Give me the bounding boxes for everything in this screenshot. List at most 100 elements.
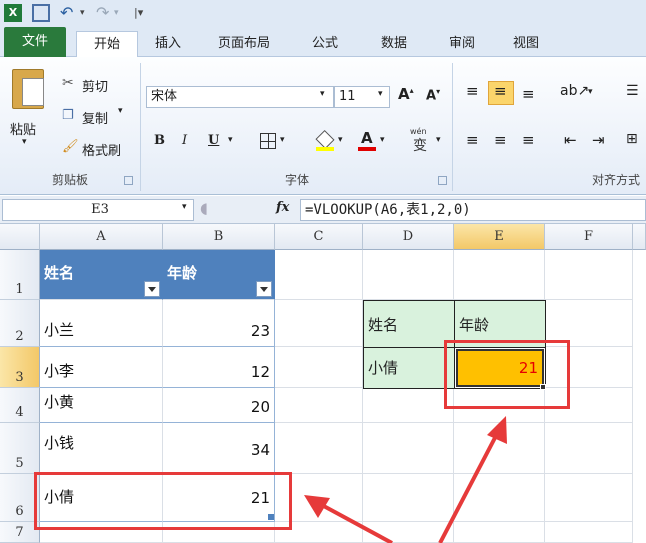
cell-d6[interactable]: [363, 474, 454, 522]
cell-f1[interactable]: [545, 250, 633, 300]
filter-dropdown-icon[interactable]: [144, 281, 160, 297]
column-header-b[interactable]: B: [163, 224, 275, 250]
table-header-age[interactable]: 年龄: [163, 250, 275, 300]
cell-f7[interactable]: [545, 522, 633, 543]
italic-button[interactable]: I: [182, 133, 187, 148]
align-center-icon[interactable]: ≡: [494, 131, 507, 149]
column-header-d[interactable]: D: [363, 224, 454, 250]
table-row-name[interactable]: 小钱: [40, 423, 163, 474]
orientation-icon[interactable]: ab↗: [560, 83, 589, 99]
table-row-name[interactable]: 小黄: [40, 388, 163, 423]
grow-font-icon[interactable]: A▴: [398, 85, 414, 103]
font-color-dropdown-icon[interactable]: ▾: [380, 135, 385, 145]
decrease-indent-icon[interactable]: ⇤: [564, 131, 577, 149]
merge-center-icon[interactable]: ⊞: [626, 131, 638, 147]
tab-home[interactable]: 开始: [76, 31, 138, 59]
cell-c5[interactable]: [275, 423, 363, 474]
borders-icon[interactable]: [260, 133, 276, 149]
cell-d4[interactable]: [363, 388, 454, 423]
cell-e5[interactable]: [454, 423, 545, 474]
customize-toolbar-icon[interactable]: |▾: [134, 4, 152, 22]
column-header-a[interactable]: A: [40, 224, 163, 250]
align-bottom-icon[interactable]: ≡: [522, 85, 535, 103]
table-row-age[interactable]: 23: [163, 300, 275, 347]
tab-view[interactable]: 视图: [500, 31, 552, 57]
row-header-1[interactable]: 1: [0, 250, 40, 300]
select-all-button[interactable]: [0, 224, 40, 250]
align-right-icon[interactable]: ≡: [522, 131, 535, 149]
table-row-age[interactable]: 12: [163, 347, 275, 388]
borders-dropdown-icon[interactable]: ▾: [280, 135, 285, 145]
paste-dropdown-icon[interactable]: ▾: [22, 137, 27, 147]
paste-button-label[interactable]: 粘贴: [10, 119, 36, 138]
row-header-2[interactable]: 2: [0, 300, 40, 347]
lookup-name-value[interactable]: 小倩: [363, 347, 455, 389]
copy-button[interactable]: 复制: [82, 108, 108, 127]
scissors-icon[interactable]: ✂: [62, 75, 74, 91]
tab-page-layout[interactable]: 页面布局: [204, 31, 284, 57]
increase-indent-icon[interactable]: ⇥: [592, 131, 605, 149]
paste-icon[interactable]: [12, 69, 44, 109]
clipboard-launcher-icon[interactable]: [124, 176, 133, 185]
wrap-text-icon[interactable]: ☰: [626, 83, 639, 99]
table-row-age[interactable]: 20: [163, 388, 275, 423]
phonetic-dropdown-icon[interactable]: ▾: [436, 135, 441, 145]
tab-formulas[interactable]: 公式: [300, 31, 350, 57]
redo-icon[interactable]: ↷: [96, 4, 114, 22]
insert-function-button[interactable]: fx: [276, 200, 289, 215]
align-left-icon[interactable]: ≡: [466, 131, 479, 149]
name-box-dropdown-icon[interactable]: ▾: [182, 202, 187, 212]
cell-c4[interactable]: [275, 388, 363, 423]
cell-c2[interactable]: [275, 300, 363, 347]
tab-insert[interactable]: 插入: [142, 31, 194, 57]
format-painter-button[interactable]: 格式刷: [82, 140, 121, 159]
table-row-name[interactable]: 小李: [40, 347, 163, 388]
table-row-age[interactable]: 34: [163, 423, 275, 474]
cell-f6[interactable]: [545, 474, 633, 522]
cell-e7[interactable]: [454, 522, 545, 543]
format-painter-icon[interactable]: 🖌: [62, 139, 79, 154]
bold-button[interactable]: B: [154, 133, 165, 148]
formula-input[interactable]: =VLOOKUP(A6,表1,2,0): [300, 199, 646, 221]
column-header-f[interactable]: F: [545, 224, 633, 250]
fill-color-dropdown-icon[interactable]: ▾: [338, 135, 343, 145]
cell-e6[interactable]: [454, 474, 545, 522]
fill-color-icon[interactable]: [315, 129, 335, 151]
row-header-4[interactable]: 4: [0, 388, 40, 423]
cell-c3[interactable]: [275, 347, 363, 388]
save-icon[interactable]: [32, 4, 50, 22]
column-header-c[interactable]: C: [275, 224, 363, 250]
cell-d7[interactable]: [363, 522, 454, 543]
copy-dropdown-icon[interactable]: ▾: [118, 106, 123, 116]
orientation-dropdown-icon[interactable]: ▾: [588, 87, 593, 97]
align-top-icon[interactable]: ≡: [466, 82, 479, 100]
column-header-e[interactable]: E: [454, 224, 545, 250]
underline-dropdown-icon[interactable]: ▾: [228, 135, 233, 145]
shrink-font-icon[interactable]: A▾: [426, 87, 440, 103]
undo-icon[interactable]: ↶: [60, 4, 78, 22]
tab-data[interactable]: 数据: [368, 31, 420, 57]
tab-review[interactable]: 审阅: [436, 31, 488, 57]
name-box[interactable]: E3: [2, 199, 194, 221]
table-row-name[interactable]: 小兰: [40, 300, 163, 347]
font-color-icon[interactable]: A: [358, 129, 376, 151]
lookup-header-name[interactable]: 姓名: [363, 300, 455, 348]
font-name-box[interactable]: 宋体: [146, 86, 334, 108]
font-name-dropdown-icon[interactable]: ▾: [320, 89, 325, 99]
phonetic-guide-icon[interactable]: wén 变: [410, 127, 432, 154]
tab-file[interactable]: 文件: [4, 27, 66, 57]
cell-d5[interactable]: [363, 423, 454, 474]
filter-dropdown-icon[interactable]: [256, 281, 272, 297]
column-header-g[interactable]: [633, 224, 646, 250]
row-header-5[interactable]: 5: [0, 423, 40, 474]
font-launcher-icon[interactable]: [438, 176, 447, 185]
cell-c1[interactable]: [275, 250, 363, 300]
cut-button[interactable]: 剪切: [82, 76, 108, 95]
underline-button[interactable]: U: [208, 133, 219, 148]
redo-dropdown-icon[interactable]: ▾: [114, 4, 132, 22]
font-size-dropdown-icon[interactable]: ▾: [378, 89, 383, 99]
cell-d1[interactable]: [363, 250, 454, 300]
cell-e1[interactable]: [454, 250, 545, 300]
align-middle-button[interactable]: ≡: [488, 81, 514, 105]
table-header-name[interactable]: 姓名: [40, 250, 163, 300]
